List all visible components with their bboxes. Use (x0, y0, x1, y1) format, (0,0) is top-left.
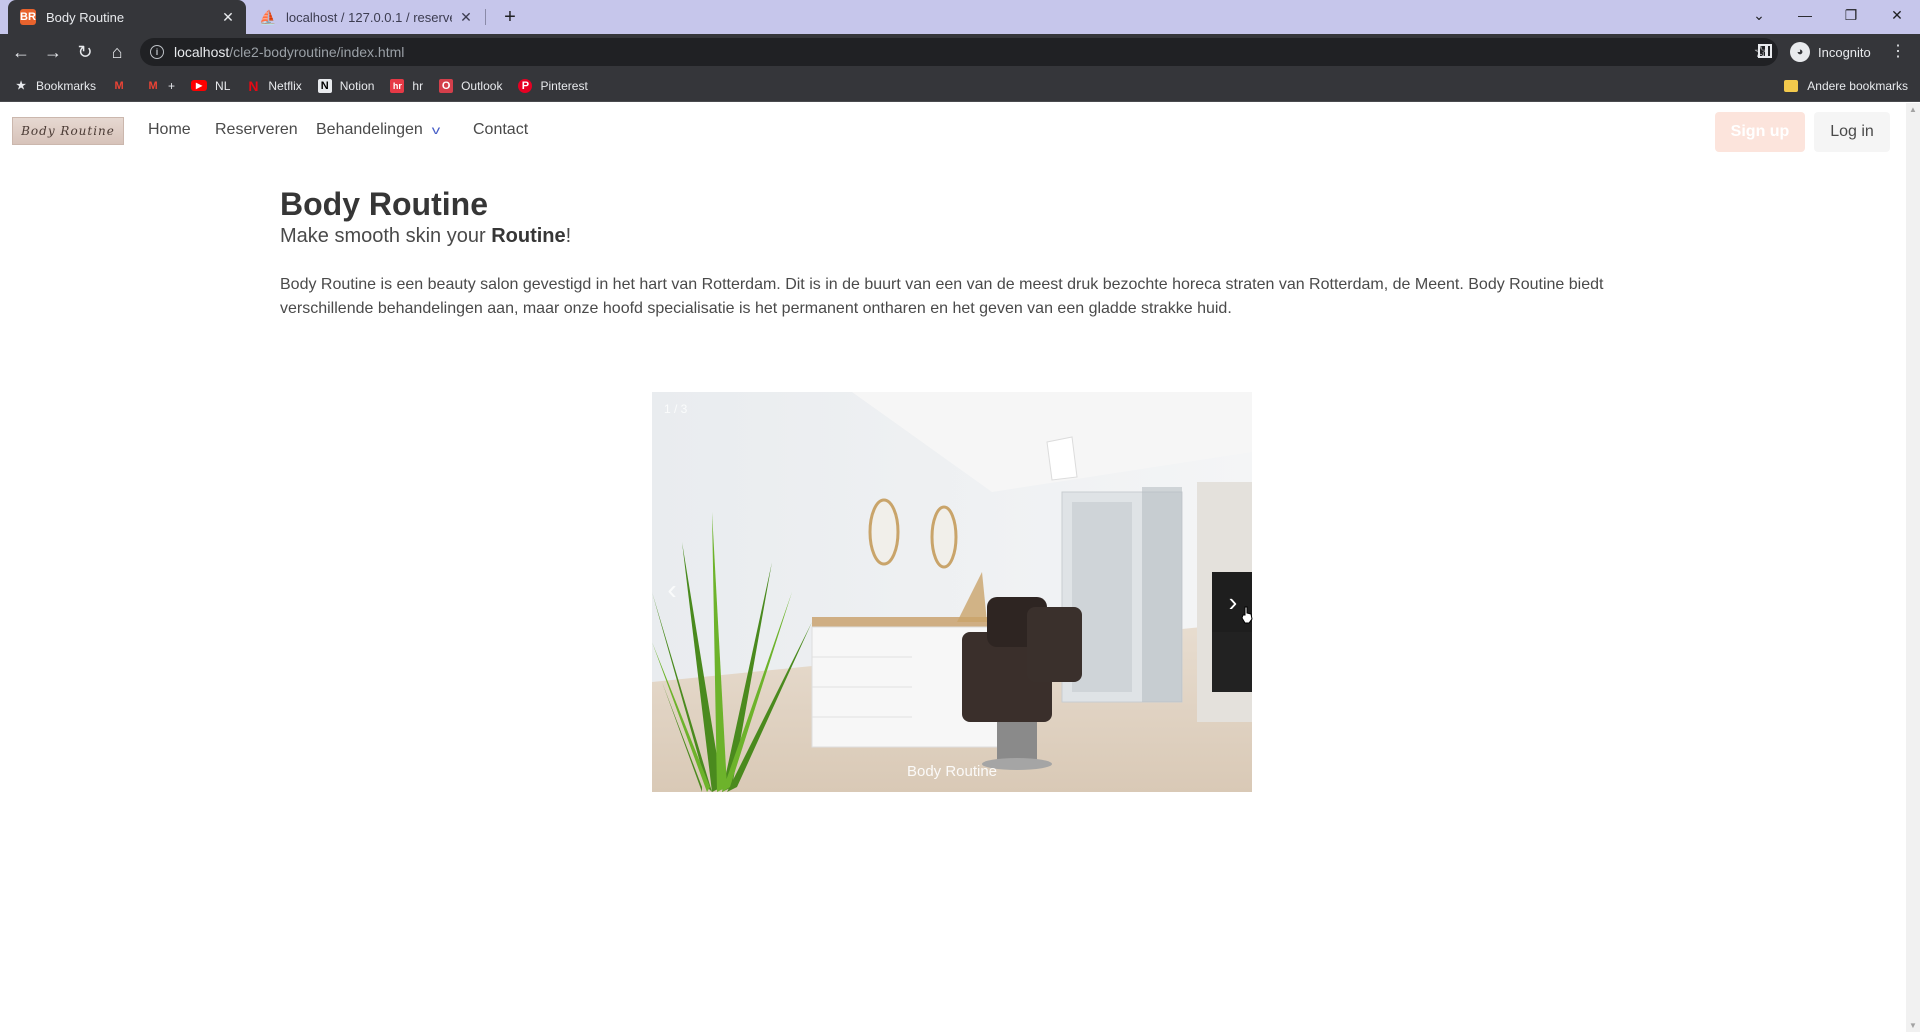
new-tab-button[interactable]: + (498, 5, 522, 29)
outlook-icon: O (439, 78, 454, 93)
salon-interior-photo (652, 392, 1252, 792)
slide-caption: Body Routine (906, 763, 998, 780)
kebab-menu-icon[interactable]: ⋮ (1890, 42, 1906, 62)
netflix-icon: N (248, 77, 259, 94)
bookmark-label: Netflix (268, 78, 302, 93)
bookmark-label: Pinterest (540, 78, 588, 93)
hr-icon: hr (390, 78, 405, 93)
close-icon[interactable]: ✕ (458, 9, 474, 25)
tab-body-routine[interactable]: BR Body Routine ✕ (8, 0, 246, 34)
back-arrow-icon[interactable]: ← (7, 38, 35, 66)
subtitle-emphasis: Routine (491, 225, 566, 247)
bookmark-hr[interactable]: hr hr (390, 78, 424, 93)
url-path: /cle2-bodyroutine/index.html (229, 44, 405, 60)
previous-slide-button[interactable]: ‹ (660, 570, 684, 610)
tab-search-icon[interactable]: ⌄ (1736, 0, 1782, 30)
gmail-icon: M (114, 79, 124, 92)
notion-icon: N (317, 78, 332, 93)
nav-reserveren[interactable]: Reserveren (215, 121, 298, 139)
bookmark-nl[interactable]: ▶ NL (191, 79, 230, 93)
nav-home[interactable]: Home (148, 121, 191, 139)
tab-phpmyadmin[interactable]: ⛵ localhost / 127.0.0.1 / reserveringen … (252, 0, 484, 34)
bookmark-label: + (168, 78, 176, 93)
home-icon[interactable]: ⌂ (103, 38, 131, 66)
bookmark-label: hr (412, 78, 424, 93)
tab-divider (485, 9, 486, 25)
site-navbar: Body Routine Home Reserveren Behandeling… (0, 103, 1906, 159)
side-panel-icon[interactable] (1758, 44, 1772, 58)
bookmarks-bar: ★ Bookmarks M M + ▶ NL N Netflix N Notio… (0, 70, 1920, 102)
incognito-icon: ◕ (1790, 42, 1810, 62)
star-icon: ★ (16, 80, 26, 92)
bookmark-netflix[interactable]: N Netflix (246, 77, 302, 94)
tab-title: Body Routine (46, 9, 125, 25)
close-icon[interactable]: ✕ (220, 9, 236, 25)
bookmark-notion[interactable]: N Notion (317, 78, 375, 93)
page-viewport: Body Routine Home Reserveren Behandeling… (0, 103, 1906, 1032)
bookmark-label: Bookmarks (36, 78, 97, 93)
gmail-icon: M (148, 79, 158, 92)
chevron-down-icon: v (431, 123, 440, 137)
sign-up-button[interactable]: Sign up (1715, 112, 1805, 152)
forward-arrow-icon[interactable]: → (39, 38, 67, 66)
page-title: Body Routine (280, 186, 488, 222)
subtitle-punctuation: ! (565, 225, 572, 247)
bookmark-label: Notion (339, 78, 375, 93)
url-host: localhost (174, 44, 230, 60)
reload-icon[interactable]: ↻ (71, 38, 99, 66)
hero-section: Body Routine Make smooth skin your Routi… (280, 185, 1640, 321)
scroll-up-arrow-icon[interactable]: ▲ (1909, 105, 1917, 114)
log-in-button[interactable]: Log in (1814, 112, 1890, 152)
minimize-button[interactable]: — (1782, 0, 1828, 30)
other-bookmarks-label: Andere bookmarks (1807, 79, 1908, 93)
bookmark-pinterest[interactable]: P Pinterest (518, 78, 588, 93)
bookmark-gmail[interactable]: M (112, 79, 134, 93)
browser-toolbar: ← → ↻ ⌂ i localhost/cle2-bodyroutine/ind… (0, 34, 1920, 70)
nav-behandelingen-dropdown[interactable]: Behandelingen v (316, 121, 440, 139)
bookmark-label: NL (215, 78, 231, 93)
tab-title: localhost / 127.0.0.1 / reserveringen (286, 9, 452, 25)
bookmark-outlook[interactable]: O Outlook (439, 78, 503, 93)
slide-counter: 1 / 3 (664, 402, 688, 416)
nav-behandelingen-label: Behandelingen (316, 121, 423, 138)
page-subtitle: Make smooth skin your Routine! (280, 223, 1640, 249)
tab-strip: BR Body Routine ✕ ⛵ localhost / 127.0.0.… (0, 0, 1920, 34)
phpmyadmin-icon: ⛵ (259, 8, 277, 25)
youtube-icon: ▶ (191, 80, 208, 91)
window-close-button[interactable]: ✕ (1874, 0, 1920, 30)
profile-label: Incognito (1818, 44, 1871, 60)
page-scrollbar[interactable]: ▲ ▼ (1906, 103, 1920, 1032)
intro-paragraph: Body Routine is een beauty salon gevesti… (280, 276, 1604, 317)
pinterest-icon: P (518, 78, 533, 93)
subtitle-text: Make smooth skin your (280, 225, 492, 247)
bookmark-label: Outlook (461, 78, 503, 93)
other-bookmarks[interactable]: Andere bookmarks (1784, 70, 1908, 102)
address-bar[interactable]: i localhost/cle2-bodyroutine/index.html … (140, 38, 1778, 66)
incognito-profile[interactable]: ◕ Incognito (1790, 39, 1871, 65)
info-icon[interactable]: i (150, 45, 164, 59)
mouse-cursor-icon (1241, 606, 1253, 624)
scroll-down-arrow-icon[interactable]: ▼ (1909, 1021, 1917, 1030)
site-logo[interactable]: Body Routine (12, 117, 124, 145)
site-favicon-icon: BR (20, 9, 36, 25)
restore-button[interactable]: ❐ (1828, 0, 1874, 30)
folder-icon (1784, 80, 1799, 92)
bookmark-gmail-plus[interactable]: M + (146, 79, 175, 93)
nav-contact[interactable]: Contact (473, 121, 528, 139)
bookmark-bookmarks[interactable]: ★ Bookmarks (14, 79, 96, 93)
image-carousel[interactable]: 1 / 3 ‹ › Body Routine (652, 392, 1252, 792)
